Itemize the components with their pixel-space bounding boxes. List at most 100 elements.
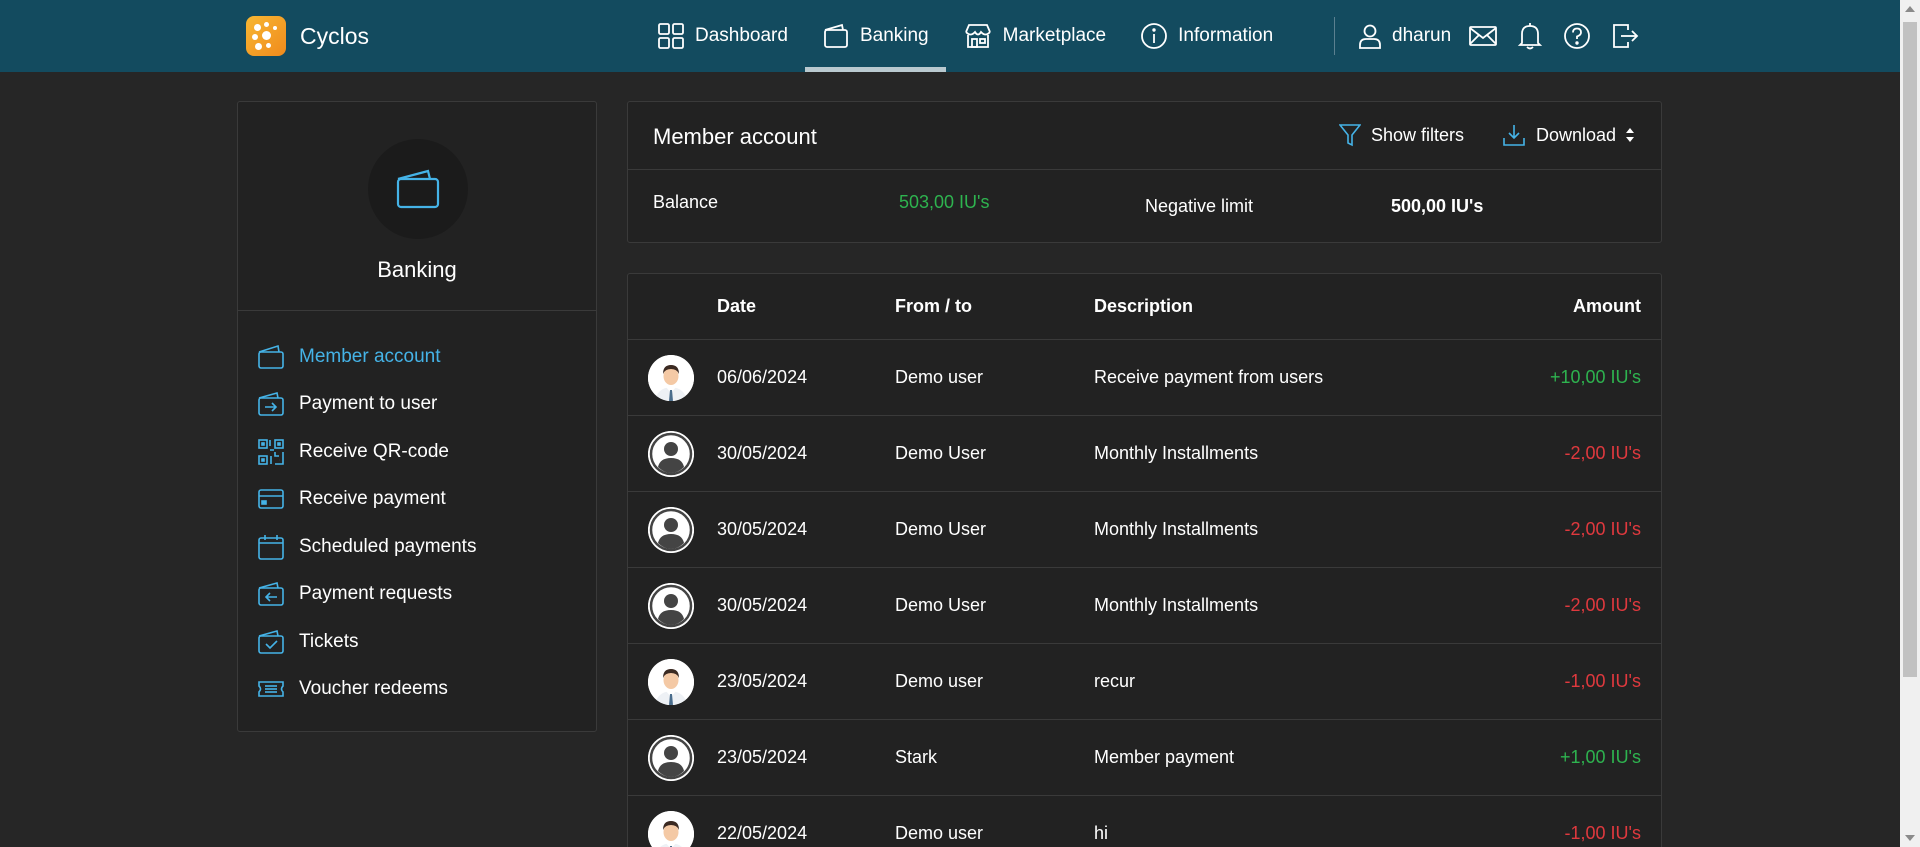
- cell-from-to[interactable]: Demo user: [895, 367, 983, 388]
- app-name: Cyclos: [300, 22, 370, 49]
- balance-label: Balance: [653, 192, 719, 212]
- cell-description: hi: [1094, 823, 1109, 843]
- cell-date: 22/05/2024: [717, 823, 808, 843]
- table-body: 06/06/2024 Demo user Receive payment from …: [628, 340, 1661, 847]
- nav-divider: [1334, 17, 1335, 55]
- store-icon: [964, 24, 991, 48]
- column-header-from-to[interactable]: From / to: [895, 296, 972, 317]
- help-icon[interactable]: [1563, 22, 1591, 50]
- wallet-icon: [824, 23, 848, 48]
- banking-sidebar: Banking Member account Payment to user R…: [237, 101, 597, 732]
- sidebar-item-scheduled-payments[interactable]: Scheduled payments: [238, 523, 596, 571]
- table-row[interactable]: 06/06/2024 Demo user Receive payment from …: [628, 340, 1661, 416]
- user-icon: [1359, 24, 1381, 49]
- cell-description: Monthly Installments: [1094, 519, 1259, 539]
- brand[interactable]: Cyclos: [246, 16, 369, 56]
- cell-description: Member payment: [1094, 747, 1235, 767]
- sidebar-item-label: Member account: [299, 345, 441, 367]
- download-button[interactable]: Download: [1502, 123, 1635, 147]
- cell-date: 30/05/2024: [717, 595, 808, 615]
- nav-banking[interactable]: Banking: [804, 0, 946, 72]
- avatar[interactable]: [648, 811, 694, 847]
- cell-from-to[interactable]: Demo User: [895, 443, 986, 464]
- table-row[interactable]: 23/05/2024 Demo user recur -1,00 IU's: [628, 644, 1661, 720]
- sidebar-menu: Member account Payment to user Receive Q…: [238, 311, 596, 713]
- info-icon: [1141, 23, 1168, 49]
- balance-value: 503,00 IU's: [899, 192, 990, 212]
- table-header: Date From / to Description Amount: [628, 274, 1661, 340]
- sidebar-item-label: Payment requests: [299, 583, 453, 605]
- sidebar-item-payment-to-user[interactable]: Payment to user: [238, 381, 596, 429]
- table-row[interactable]: 30/05/2024 Demo User Monthly Installments -…: [628, 492, 1661, 568]
- cell-date: 06/06/2024: [717, 367, 808, 387]
- table-row[interactable]: 30/05/2024 Demo User Monthly Installments -…: [628, 568, 1661, 644]
- balance-row: Balance 503,00 IU's Negative limit 500,0…: [628, 170, 1661, 242]
- column-header-date[interactable]: Date: [717, 296, 756, 317]
- page-title: Member account: [653, 124, 817, 149]
- page-scrollbar[interactable]: [1900, 0, 1920, 847]
- payment-to-user-icon: [258, 392, 284, 417]
- cell-from-to[interactable]: Demo user: [895, 823, 983, 844]
- cell-from-to[interactable]: Demo User: [895, 595, 986, 616]
- cyclos-logo-icon: [246, 16, 286, 56]
- sort-caret-icon: [1626, 128, 1635, 142]
- qr-code-icon: [258, 438, 284, 465]
- payment-request-icon: [258, 582, 284, 607]
- download-label: Download: [1536, 124, 1617, 145]
- sidebar-item-label: Scheduled payments: [299, 535, 477, 557]
- nav-information[interactable]: Information: [1123, 0, 1290, 72]
- cell-description: Monthly Installments: [1094, 595, 1259, 615]
- scroll-thumb[interactable]: [1903, 22, 1917, 677]
- show-filters-button[interactable]: Show filters: [1339, 123, 1464, 147]
- cell-amount: -2,00 IU's: [1564, 519, 1641, 539]
- show-filters-label: Show filters: [1371, 124, 1465, 145]
- sidebar-item-label: Receive QR-code: [299, 440, 449, 462]
- cell-description: recur: [1094, 671, 1136, 691]
- user-name: dharun: [1392, 25, 1452, 46]
- avatar[interactable]: [648, 735, 694, 781]
- user-menu[interactable]: dharun: [1358, 0, 1451, 72]
- column-header-description[interactable]: Description: [1094, 296, 1193, 317]
- voucher-icon: [258, 681, 284, 698]
- logout-icon[interactable]: [1611, 22, 1639, 50]
- sidebar-item-voucher-redeems[interactable]: Voucher redeems: [238, 666, 596, 714]
- table-row[interactable]: 23/05/2024 Stark Member payment +1,00 IU's: [628, 720, 1661, 796]
- avatar[interactable]: [648, 431, 694, 477]
- column-header-amount[interactable]: Amount: [1573, 296, 1641, 317]
- sidebar-item-receive-qr-code[interactable]: Receive QR-code: [238, 428, 596, 476]
- nav-dashboard[interactable]: Dashboard: [640, 0, 805, 72]
- cell-date: 30/05/2024: [717, 443, 808, 463]
- wallet-icon: [258, 344, 284, 369]
- avatar[interactable]: [648, 583, 694, 629]
- nav-dashboard-label: Dashboard: [695, 25, 788, 46]
- mail-icon[interactable]: [1469, 22, 1497, 50]
- cell-description: Receive payment from users: [1094, 367, 1324, 387]
- bell-icon[interactable]: [1516, 22, 1544, 50]
- credit-card-icon: [258, 489, 284, 510]
- scroll-up-arrow-icon[interactable]: [1905, 6, 1915, 12]
- cell-from-to[interactable]: Stark: [895, 747, 937, 768]
- avatar[interactable]: [648, 507, 694, 553]
- avatar[interactable]: [648, 355, 694, 401]
- avatar[interactable]: [648, 659, 694, 705]
- cell-amount: -1,00 IU's: [1564, 823, 1641, 843]
- cell-date: 23/05/2024: [717, 671, 808, 691]
- sidebar-header: Banking: [238, 102, 596, 311]
- table-row[interactable]: 30/05/2024 Demo User Monthly Installments -…: [628, 416, 1661, 492]
- cell-amount: +10,00 IU's: [1550, 367, 1641, 387]
- sidebar-item-tickets[interactable]: Tickets: [238, 618, 596, 666]
- main-nav: Dashboard Banking Marketplace Informatio…: [640, 0, 1290, 72]
- nav-marketplace[interactable]: Marketplace: [946, 0, 1124, 72]
- sidebar-item-payment-requests[interactable]: Payment requests: [238, 571, 596, 619]
- cell-from-to[interactable]: Demo user: [895, 671, 983, 692]
- sidebar-item-receive-payment[interactable]: Receive payment: [238, 476, 596, 524]
- sidebar-item-member-account[interactable]: Member account: [238, 333, 596, 381]
- table-row[interactable]: 22/05/2024 Demo user hi -1,00 IU's: [628, 796, 1661, 847]
- dashboard-icon: [658, 23, 684, 49]
- cell-from-to[interactable]: Demo User: [895, 519, 986, 540]
- scroll-down-arrow-icon[interactable]: [1905, 835, 1915, 841]
- download-icon: [1503, 125, 1525, 146]
- calendar-icon: [258, 534, 284, 560]
- top-navigation-bar: Cyclos Dashboard Banking Marketplace Inf…: [0, 0, 1900, 72]
- account-header: Member account Show filters Download: [628, 102, 1661, 170]
